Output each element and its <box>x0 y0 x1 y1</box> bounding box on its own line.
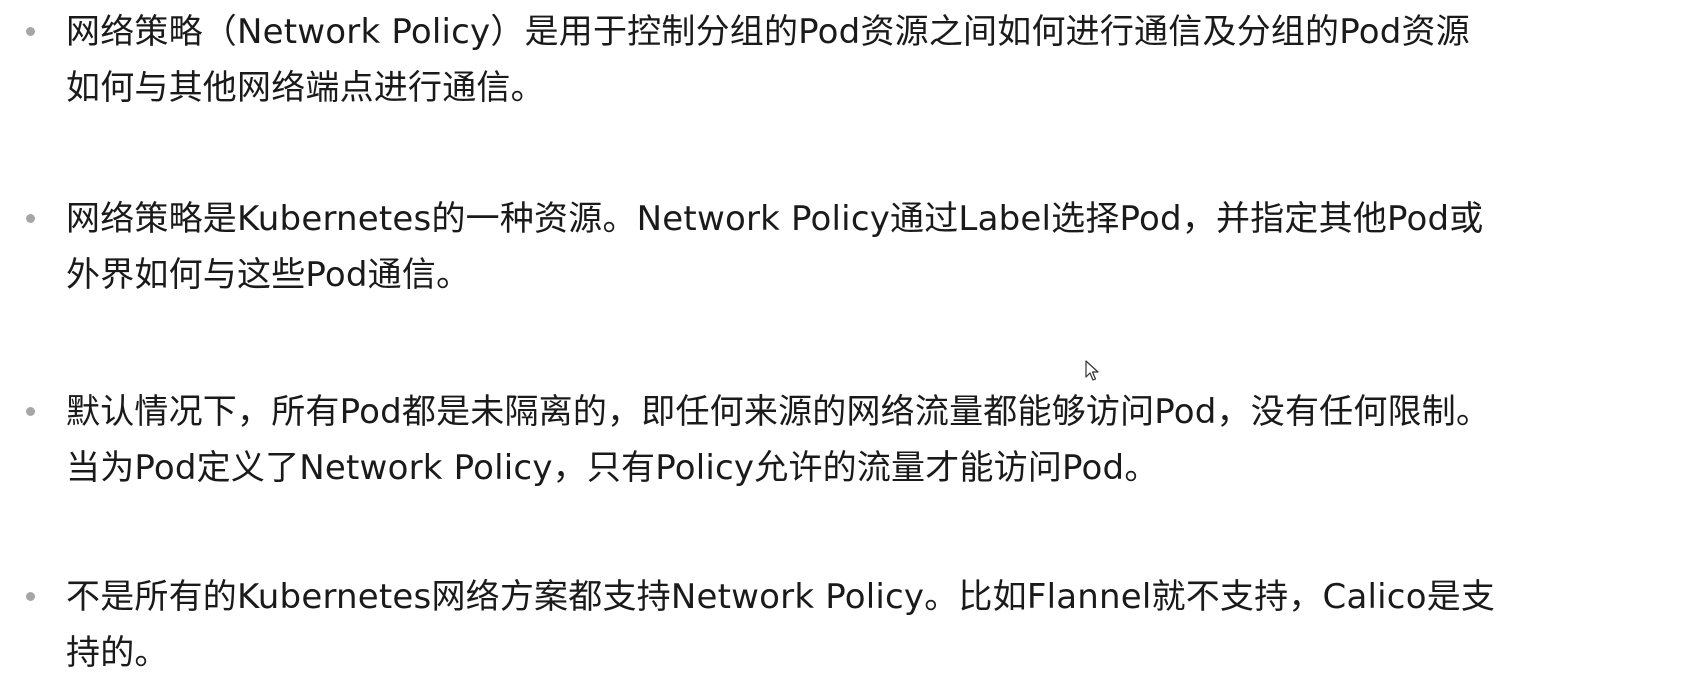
bullet-dot-icon <box>26 592 35 601</box>
bullet-line: 当为Pod定义了Network Policy，只有Policy允许的流量才能访问… <box>66 448 1159 488</box>
slide: 网络策略（Network Policy）是用于控制分组的Pod资源之间如何进行通… <box>0 0 1691 700</box>
bullet-dot-icon <box>26 27 35 36</box>
bullet-text: 网络策略是Kubernetes的一种资源。Network Policy通过Lab… <box>66 191 1676 303</box>
bullet-line: 网络策略（Network Policy）是用于控制分组的Pod资源之间如何进行通… <box>66 12 1470 52</box>
bullet-line: 外界如何与这些Pod通信。 <box>66 255 471 295</box>
bullet-text: 网络策略（Network Policy）是用于控制分组的Pod资源之间如何进行通… <box>66 4 1676 116</box>
mouse-cursor-icon <box>1085 360 1099 381</box>
bullet-line: 默认情况下，所有Pod都是未隔离的，即任何来源的网络流量都能够访问Pod，没有任… <box>66 392 1491 432</box>
bullet-line: 如何与其他网络端点进行通信。 <box>66 68 545 108</box>
bullet-line: 网络策略是Kubernetes的一种资源。Network Policy通过Lab… <box>66 199 1484 239</box>
bullet-text: 不是所有的Kubernetes网络方案都支持Network Policy。比如F… <box>66 569 1676 681</box>
bullet-line: 不是所有的Kubernetes网络方案都支持Network Policy。比如F… <box>66 577 1496 617</box>
bullet-text: 默认情况下，所有Pod都是未隔离的，即任何来源的网络流量都能够访问Pod，没有任… <box>66 384 1676 496</box>
bullet-line: 持的。 <box>66 633 169 673</box>
bullet-dot-icon <box>26 407 35 416</box>
bullet-dot-icon <box>26 214 35 223</box>
